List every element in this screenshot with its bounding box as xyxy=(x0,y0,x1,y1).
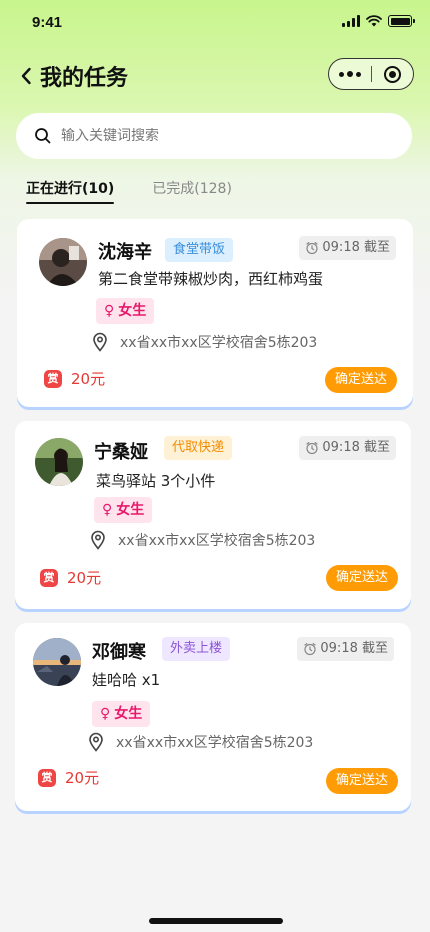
task-description: 菜鸟驿站 3个小件 xyxy=(96,472,216,490)
reward-badge-icon: 赏 xyxy=(40,568,58,587)
confirm-delivery-button[interactable]: 确定送达 xyxy=(325,565,398,591)
wifi-icon xyxy=(366,15,382,27)
gender-tag: ♀ 女生 xyxy=(92,701,151,727)
avatar xyxy=(33,638,81,686)
location-pin-icon xyxy=(91,530,105,550)
reward-row: 赏 20元 xyxy=(44,368,105,389)
reward-badge-icon: 赏 xyxy=(38,768,56,787)
deadline-text: 09:18 截至 xyxy=(322,440,390,455)
category-tag: 食堂带饭 xyxy=(165,238,234,262)
alarm-clock-icon xyxy=(304,643,316,656)
reward-row: 赏 20元 xyxy=(38,767,99,788)
task-card[interactable]: 宁桑娅 代取快递 09:18 截至 菜鸟驿站 3个小件 ♀ 女生 xx省xx市x… xyxy=(15,421,411,609)
user-name: 邓御寒 xyxy=(92,642,146,663)
search-input[interactable] xyxy=(61,128,381,144)
avatar xyxy=(35,438,83,486)
deadline-badge: 09:18 截至 xyxy=(299,436,396,460)
deadline-text: 09:18 截至 xyxy=(320,641,388,656)
alarm-clock-icon xyxy=(306,242,318,255)
address-row: xx省xx市xx区学校宿舍5栋203 xyxy=(92,332,317,352)
reward-amount: 20元 xyxy=(71,370,106,388)
category-tag: 外卖上楼 xyxy=(162,637,231,661)
gender-label: 女生 xyxy=(116,502,145,518)
alarm-clock-icon xyxy=(306,442,318,455)
task-tabs: 正在进行(10) 已完成(128) xyxy=(26,178,232,204)
status-time: 9:41 xyxy=(32,14,63,31)
female-icon: ♀ xyxy=(100,706,111,722)
chevron-left-icon xyxy=(21,67,31,85)
female-icon: ♀ xyxy=(104,303,115,319)
page-title: 我的任务 xyxy=(40,66,129,91)
address-text: xx省xx市xx区学校宿舍5栋203 xyxy=(116,735,314,751)
confirm-delivery-button[interactable]: 确定送达 xyxy=(325,768,398,794)
gender-tag: ♀ 女生 xyxy=(94,497,153,523)
location-pin-icon xyxy=(89,732,103,752)
navigation-bar: 我的任务 xyxy=(0,56,430,96)
status-bar: 9:41 xyxy=(0,0,430,48)
back-button[interactable] xyxy=(16,62,36,90)
address-text: xx省xx市xx区学校宿舍5栋203 xyxy=(120,335,318,351)
reward-amount: 20元 xyxy=(67,569,102,587)
target-icon xyxy=(384,65,401,83)
tab-completed[interactable]: 已完成(128) xyxy=(152,178,232,202)
search-icon xyxy=(35,128,51,144)
reward-row: 赏 20元 xyxy=(40,567,101,588)
location-pin-icon xyxy=(93,332,107,352)
home-indicator[interactable] xyxy=(149,918,283,924)
task-description: 娃哈哈 x1 xyxy=(92,671,161,689)
tab-in-progress[interactable]: 正在进行(10) xyxy=(26,178,115,204)
address-row: xx省xx市xx区学校宿舍5栋203 xyxy=(88,732,313,752)
avatar xyxy=(39,238,87,286)
more-menu-button[interactable] xyxy=(329,59,371,89)
user-name: 宁桑娅 xyxy=(94,442,148,463)
category-tag: 代取快递 xyxy=(164,436,233,460)
task-card[interactable]: 沈海辛 食堂带饭 09:18 截至 第二食堂带辣椒炒肉，西红柿鸡蛋 ♀ 女生 x… xyxy=(17,219,413,407)
female-icon: ♀ xyxy=(102,502,113,518)
confirm-delivery-button[interactable]: 确定送达 xyxy=(324,367,397,393)
battery-icon xyxy=(388,15,415,27)
deadline-badge: 09:18 截至 xyxy=(297,637,394,661)
cellular-signal-icon xyxy=(342,15,360,27)
task-description: 第二食堂带辣椒炒肉，西红柿鸡蛋 xyxy=(98,270,324,288)
user-name: 沈海辛 xyxy=(98,242,152,263)
address-row: xx省xx市xx区学校宿舍5栋203 xyxy=(90,530,315,550)
deadline-badge: 09:18 截至 xyxy=(299,236,396,260)
task-card[interactable]: 邓御寒 外卖上楼 09:18 截至 娃哈哈 x1 ♀ 女生 xx省xx市xx区学… xyxy=(15,623,411,811)
address-text: xx省xx市xx区学校宿舍5栋203 xyxy=(118,533,316,549)
gender-tag: ♀ 女生 xyxy=(96,298,155,324)
status-icons xyxy=(342,15,415,27)
search-bar[interactable] xyxy=(16,113,412,159)
mini-program-capsule xyxy=(328,58,414,90)
gender-label: 女生 xyxy=(118,303,147,319)
reward-amount: 20元 xyxy=(65,769,100,787)
deadline-text: 09:18 截至 xyxy=(322,240,390,255)
reward-badge-icon: 赏 xyxy=(44,369,62,388)
close-mini-program-button[interactable] xyxy=(372,59,413,89)
gender-label: 女生 xyxy=(114,706,143,722)
